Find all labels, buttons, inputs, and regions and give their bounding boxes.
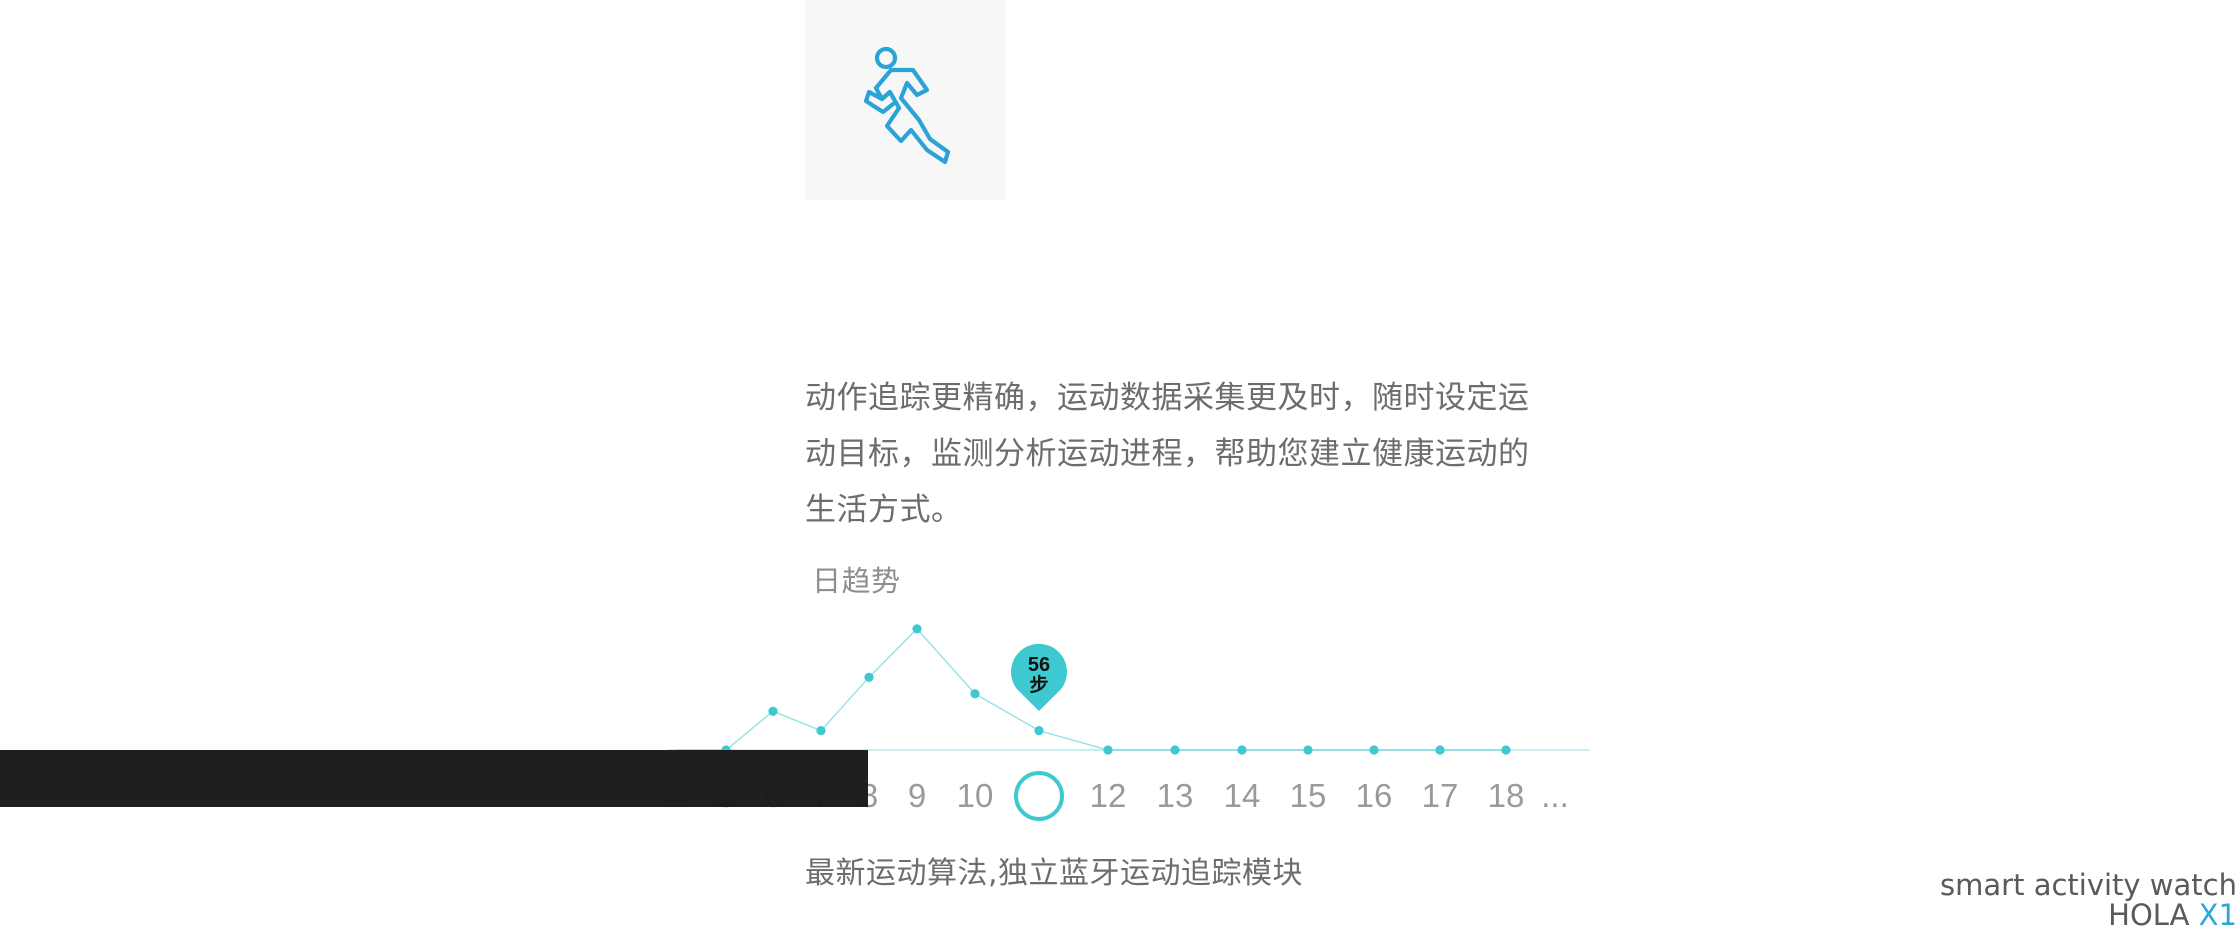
daily-trend-chart: 4 5 6 7 8 9 10 12 13 14 15 16 17 18... 56步 [668, 624, 1590, 821]
data-point-14 [1237, 745, 1247, 755]
x-tick-label-4: 4 [668, 777, 686, 814]
data-point-18 [1501, 745, 1511, 755]
description-line-2: 动目标，监测分析运动进程，帮助您建立健康运动的 [805, 436, 1530, 472]
brand-model: X1 [2198, 898, 2237, 929]
data-point-15 [1303, 745, 1313, 755]
selected-value-number: 56 [1028, 654, 1050, 676]
data-point-17 [1435, 745, 1445, 755]
x-tick-label-6: 6 [764, 777, 782, 814]
x-tick-label-13: 13 [1157, 777, 1194, 814]
x-tick-label-5: 5 [717, 777, 735, 814]
x-tick-label-8: 8 [860, 777, 878, 814]
data-point-7 [816, 726, 826, 736]
selected-value-unit: 步 [1029, 674, 1048, 696]
x-tick-label-12: 12 [1090, 777, 1127, 814]
data-point-10 [970, 689, 980, 699]
feature-description: 动作追踪更精确，运动数据采集更及时，随时设定运 动目标，监测分析运动进程，帮助您… [805, 370, 1545, 538]
activity-icon-tile [805, 0, 1005, 200]
brand-tagline: smart activity watch [1940, 868, 2237, 902]
x-tick-label-18: 18 [1488, 777, 1525, 814]
series-line [677, 627, 1506, 751]
data-point-5 [721, 745, 731, 755]
brand-block: smart activity watch HOLA X1 [1940, 870, 2237, 929]
description-line-1: 动作追踪更精确，运动数据采集更及时，随时设定运 [805, 380, 1530, 416]
brand-model-line: HOLA X1 [2108, 898, 2237, 929]
data-point-8 [864, 672, 874, 682]
brand-name: HOLA [2108, 898, 2190, 929]
description-line-3: 生活方式。 [805, 492, 963, 528]
data-point-11 [1034, 726, 1044, 736]
x-tick-label-7: 7 [812, 777, 830, 814]
chart-title: 日趋势 [812, 564, 901, 598]
x-tick-label-9: 9 [908, 777, 926, 814]
data-point-6 [768, 706, 778, 716]
running-person-icon [863, 46, 951, 165]
x-tick-label-more: ... [1541, 777, 1569, 814]
data-point-13 [1170, 745, 1180, 755]
feature-caption: 最新运动算法,独立蓝牙运动追踪模块 [805, 856, 1304, 891]
x-tick-label-14: 14 [1224, 777, 1261, 814]
x-tick-label-16: 16 [1356, 777, 1393, 814]
data-point-9 [912, 624, 922, 634]
x-tick-label-17: 17 [1422, 777, 1459, 814]
selected-tick-ring [1014, 771, 1064, 821]
x-tick-label-15: 15 [1290, 777, 1327, 814]
data-point-16 [1369, 745, 1379, 755]
data-point-12 [1103, 745, 1113, 755]
x-tick-label-10: 10 [957, 777, 994, 814]
